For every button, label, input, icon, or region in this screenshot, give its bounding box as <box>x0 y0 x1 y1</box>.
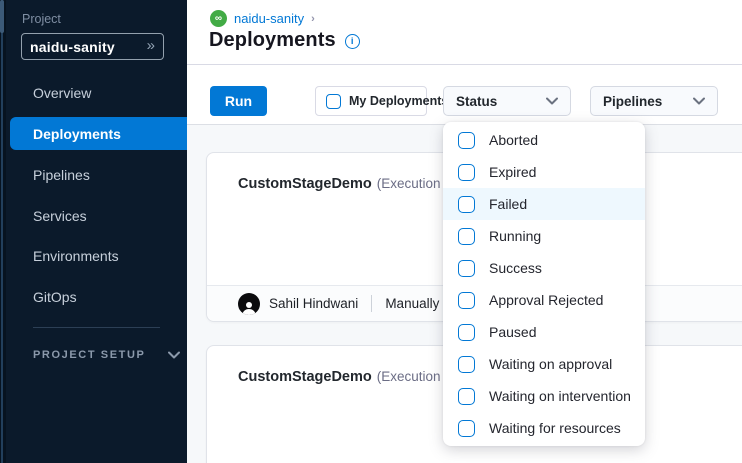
pipeline-name[interactable]: CustomStageDemo <box>238 369 372 385</box>
page-title: Deployments <box>209 29 336 52</box>
sidebar-item-gitops[interactable]: GitOps <box>10 280 187 313</box>
breadcrumb-project-link[interactable]: naidu-sanity <box>234 11 304 26</box>
checkbox-icon[interactable] <box>458 388 475 405</box>
pipeline-name[interactable]: CustomStageDemo <box>238 176 372 192</box>
sidebar-divider <box>33 327 160 328</box>
status-option-failed[interactable]: Failed <box>443 188 645 220</box>
checkbox-icon[interactable] <box>458 324 475 341</box>
checkbox-icon[interactable] <box>458 132 475 149</box>
chevron-right-icon: › <box>311 13 315 25</box>
status-option-aborted[interactable]: Aborted <box>443 124 645 156</box>
checkbox-icon[interactable] <box>458 260 475 277</box>
checkbox-icon[interactable] <box>458 164 475 181</box>
my-deployments-filter[interactable]: My Deployments <box>315 86 427 116</box>
checkbox-icon[interactable] <box>458 356 475 373</box>
sidebar-nav: Overview Deployments Pipelines Services Envi… <box>0 0 187 463</box>
status-option-label: Failed <box>489 196 527 212</box>
status-option-expired[interactable]: Expired <box>443 156 645 188</box>
sidebar-item-overview[interactable]: Overview <box>10 76 187 109</box>
sidebar-item-services[interactable]: Services <box>10 199 187 232</box>
main-content: ∞ naidu-sanity › Deployments i Run My De… <box>187 0 742 463</box>
status-option-label: Paused <box>489 324 536 340</box>
status-option-running[interactable]: Running <box>443 220 645 252</box>
sidebar-item-label: Environments <box>33 248 119 264</box>
my-deployments-label: My Deployments <box>349 94 448 108</box>
checkbox-icon[interactable] <box>326 94 341 109</box>
sidebar-item-environments[interactable]: Environments <box>10 239 187 272</box>
status-filter-dropdown[interactable]: Status <box>443 86 571 116</box>
status-option-label: Approval Rejected <box>489 292 603 308</box>
status-option-label: Waiting on approval <box>489 356 612 372</box>
status-option-label: Success <box>489 260 542 276</box>
project-sidebar: Project naidu-sanity » OverviewDeploymen… <box>0 0 187 463</box>
chevron-down-icon <box>168 351 180 359</box>
sidebar-item-label: GitOps <box>33 289 77 305</box>
project-setup-label: PROJECT SETUP <box>33 349 146 361</box>
checkbox-icon[interactable] <box>458 292 475 309</box>
trigger-type: Manually <box>385 296 439 311</box>
checkbox-icon[interactable] <box>458 196 475 213</box>
triggered-by-user: Sahil Hindwani <box>269 296 358 311</box>
run-button[interactable]: Run <box>210 86 267 116</box>
chevron-down-icon <box>546 97 558 105</box>
status-option-approval-rejected[interactable]: Approval Rejected <box>443 284 645 316</box>
app-window: Project naidu-sanity » OverviewDeploymen… <box>0 0 742 463</box>
cd-module-icon: ∞ <box>210 10 227 27</box>
status-option-waiting-on-approval[interactable]: Waiting on approval <box>443 348 645 380</box>
sidebar-item-label: Pipelines <box>33 167 90 183</box>
toolbar: Run My Deployments Status Pipelines <box>187 65 742 125</box>
pipelines-filter-label: Pipelines <box>603 94 662 109</box>
chevron-down-icon <box>693 97 705 105</box>
info-icon[interactable]: i <box>345 34 360 49</box>
checkbox-icon[interactable] <box>458 420 475 437</box>
sidebar-item-label: Deployments <box>33 126 121 142</box>
sidebar-item-pipelines[interactable]: Pipelines <box>10 158 187 191</box>
status-option-label: Waiting for resources <box>489 420 621 436</box>
status-option-waiting-on-intervention[interactable]: Waiting on intervention <box>443 380 645 412</box>
user-avatar-icon <box>238 293 260 315</box>
status-option-label: Running <box>489 228 541 244</box>
pipelines-filter-dropdown[interactable]: Pipelines <box>590 86 718 116</box>
status-filter-label: Status <box>456 94 497 109</box>
status-option-label: Aborted <box>489 132 538 148</box>
breadcrumb: ∞ naidu-sanity › <box>210 10 315 27</box>
status-option-paused[interactable]: Paused <box>443 316 645 348</box>
sidebar-item-label: Services <box>33 208 87 224</box>
page-header: ∞ naidu-sanity › Deployments i <box>187 0 742 65</box>
checkbox-icon[interactable] <box>458 228 475 245</box>
footer-divider <box>371 295 372 312</box>
status-option-waiting-for-resources[interactable]: Waiting for resources <box>443 412 645 444</box>
status-option-label: Expired <box>489 164 536 180</box>
status-dropdown-menu: Aborted Expired Failed Running Success Approv… <box>443 122 645 446</box>
sidebar-item-deployments[interactable]: Deployments <box>10 117 187 150</box>
project-setup-toggle[interactable]: PROJECT SETUP <box>33 349 180 361</box>
status-option-success[interactable]: Success <box>443 252 645 284</box>
sidebar-item-label: Overview <box>33 85 91 101</box>
status-option-label: Waiting on intervention <box>489 388 631 404</box>
